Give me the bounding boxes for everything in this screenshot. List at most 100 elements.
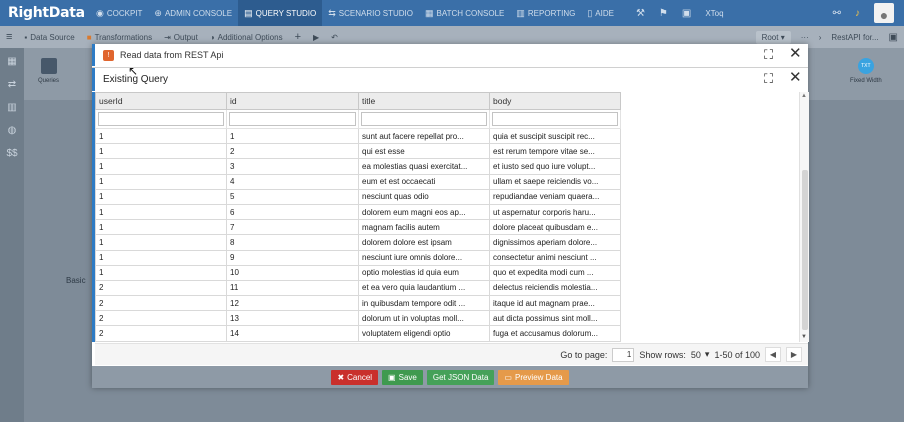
- table-row[interactable]: 2 11 et ea vero quia laudantium ... delectu…: [95, 279, 621, 297]
- column-header-body[interactable]: body: [489, 92, 621, 110]
- wrench-icon[interactable]: ⚒: [636, 8, 645, 19]
- additional-options-menu[interactable]: ◑ Additional Options: [204, 33, 289, 42]
- chevron-right-icon: ›: [818, 32, 822, 42]
- nav-scenario-studio[interactable]: ⇆ SCENARIO STUDIO: [322, 0, 419, 26]
- table-row[interactable]: 2 14 voluptatem eligendi optio fuga et accu…: [95, 325, 621, 342]
- table-row[interactable]: 2 13 dolorum ut in voluptas moll... aut dic…: [95, 310, 621, 327]
- goto-page-label: Go to page:: [560, 349, 608, 360]
- maximize-icon[interactable]: ⛶: [764, 48, 773, 62]
- column-header-id[interactable]: id: [226, 92, 359, 110]
- menu-toggle[interactable]: ≡: [0, 31, 18, 43]
- window-icon[interactable]: ▣: [682, 8, 691, 19]
- data-source-label: Data Source: [30, 32, 75, 42]
- cell-title: dolorem dolore est ipsam: [358, 234, 490, 251]
- flow-icon[interactable]: ⇄: [8, 79, 16, 90]
- next-page-button[interactable]: ▶: [786, 347, 802, 362]
- maximize-icon[interactable]: ⛶: [764, 72, 773, 86]
- table-row[interactable]: 2 12 in quibusdam tempore odit ... itaque i…: [95, 295, 621, 312]
- nav-aide[interactable]: ▯ AIDE: [581, 0, 620, 26]
- filter-title-input[interactable]: [361, 112, 487, 126]
- flag-icon[interactable]: ⚑: [659, 8, 668, 19]
- transform-icon: ■: [86, 32, 92, 42]
- cell-title: nesciunt iure omnis dolore...: [358, 249, 490, 266]
- top-navigation-bar: RightData ◉ COCKPIT ⊕ ADMIN CONSOLE ▤ QUERY…: [0, 0, 904, 26]
- cell-body: est rerum tempore vitae se...: [489, 143, 621, 160]
- page-number-input[interactable]: 1: [612, 347, 635, 362]
- cell-userid: 2: [95, 295, 227, 312]
- output-menu[interactable]: ⇥ Output: [158, 33, 204, 42]
- scrollbar-thumb[interactable]: [802, 170, 808, 330]
- app-logo[interactable]: RightData: [0, 5, 90, 21]
- nav-cockpit-label: COCKPIT: [106, 8, 143, 18]
- rows-per-page-select[interactable]: 50 ▾: [691, 349, 710, 360]
- table-row[interactable]: 1 6 dolorem eum magni eos ap... ut aspernat…: [95, 203, 621, 221]
- scroll-up-icon[interactable]: ▲: [801, 93, 807, 99]
- cell-userid: 1: [95, 203, 227, 221]
- cell-id: 11: [226, 279, 359, 297]
- cancel-button[interactable]: ✖ Cancel: [331, 369, 379, 385]
- filter-cell: [358, 109, 490, 129]
- cell-title: dolorem eum magni eos ap...: [358, 203, 490, 221]
- breadcrumb[interactable]: RestAPI for...: [831, 33, 878, 42]
- globe-icon[interactable]: ◍: [8, 125, 17, 136]
- data-source-menu[interactable]: ▪ Data Source: [18, 33, 80, 42]
- chart-icon[interactable]: ▥: [7, 102, 16, 113]
- close-icon[interactable]: ✕: [789, 46, 802, 61]
- nav-cockpit[interactable]: ◉ COCKPIT: [90, 0, 148, 26]
- filter-body-input[interactable]: [492, 112, 618, 126]
- palette-fixed-width-label: Fixed Width: [850, 78, 882, 84]
- table-row[interactable]: 1 5 nesciunt quas odio repudiandae veniam q…: [95, 188, 621, 205]
- report-icon: ▥: [516, 7, 525, 18]
- user-avatar[interactable]: ●: [874, 3, 894, 23]
- rest-api-dialog-header: ! Read data from REST Api: [92, 44, 808, 66]
- filter-userid-input[interactable]: [98, 112, 224, 126]
- table-row[interactable]: 1 2 qui est esse est rerum tempore vitae se…: [95, 143, 621, 160]
- table-row[interactable]: 1 7 magnam facilis autem dolore placeat qui…: [95, 219, 621, 236]
- column-header-userid[interactable]: userId: [95, 92, 227, 110]
- root-label: Root: [761, 32, 779, 42]
- query-results-grid: userId id title body 1 1 sunt aut facere r…: [92, 92, 809, 342]
- nav-reporting[interactable]: ▥ REPORTING: [510, 0, 581, 26]
- save-icon: ▣: [388, 372, 396, 382]
- results-table-body: 1 1 sunt aut facere repellat pro... quia et…: [95, 109, 621, 342]
- grid-vertical-scrollbar[interactable]: ▲ ▼: [799, 92, 809, 342]
- transformations-menu[interactable]: ■ Transformations: [81, 33, 158, 42]
- get-json-data-button[interactable]: Get JSON Data: [426, 369, 495, 385]
- filter-cell: [489, 109, 621, 129]
- nav-query-studio-label: QUERY STUDIO: [255, 8, 317, 18]
- nav-batch-console[interactable]: ▦ BATCH CONSOLE: [419, 0, 510, 26]
- scroll-down-icon[interactable]: ▼: [801, 334, 807, 340]
- close-icon[interactable]: ✕: [789, 70, 802, 85]
- dollar-icon[interactable]: $$: [6, 148, 17, 159]
- undo-icon: ↶: [331, 32, 338, 42]
- link-icon[interactable]: ⚯: [833, 8, 841, 19]
- table-row[interactable]: 1 3 ea molestias quasi exercitat... et iust…: [95, 158, 621, 175]
- txt-file-icon: TXT: [857, 58, 874, 74]
- table-row[interactable]: 1 1 sunt aut facere repellat pro... quia et…: [95, 127, 621, 145]
- prev-page-button[interactable]: ◀: [765, 347, 781, 362]
- palette-queries[interactable]: Queries: [38, 58, 59, 84]
- root-dropdown[interactable]: Root ▾: [755, 30, 791, 44]
- palette-fixed-width[interactable]: TXT Fixed Width: [850, 58, 882, 84]
- results-table: userId id title body 1 1 sunt aut facere r…: [95, 92, 621, 342]
- table-row[interactable]: 1 9 nesciunt iure omnis dolore... consectet…: [95, 249, 621, 266]
- bell-icon[interactable]: ♪: [855, 8, 860, 19]
- play-button[interactable]: ▶: [307, 33, 325, 42]
- table-row[interactable]: 1 8 dolorem dolore est ipsam dignissimos ap…: [95, 234, 621, 251]
- undo-button[interactable]: ↶: [325, 33, 344, 42]
- nav-admin-console[interactable]: ⊕ ADMIN CONSOLE: [148, 0, 238, 26]
- more-icon[interactable]: ···: [801, 33, 809, 42]
- filter-id-input[interactable]: [229, 112, 356, 126]
- save-button[interactable]: ▣ Save: [382, 369, 423, 385]
- table-row[interactable]: 1 4 eum et est occaecati ullam et saepe rei…: [95, 173, 621, 190]
- tools-label[interactable]: XToq: [705, 9, 723, 18]
- add-button[interactable]: +: [289, 31, 307, 43]
- cell-userid: 2: [95, 325, 227, 342]
- table-row[interactable]: 1 10 optio molestias id quia eum quo et exp…: [95, 264, 621, 281]
- window-icon-right[interactable]: ▣: [889, 32, 898, 43]
- column-header-title[interactable]: title: [358, 92, 490, 110]
- cell-body: quo et expedita modi cum ...: [489, 264, 621, 281]
- grid-icon[interactable]: ▦: [7, 56, 16, 67]
- preview-data-button[interactable]: ▭ Preview Data: [498, 369, 569, 385]
- nav-query-studio[interactable]: ▤ QUERY STUDIO: [238, 0, 323, 26]
